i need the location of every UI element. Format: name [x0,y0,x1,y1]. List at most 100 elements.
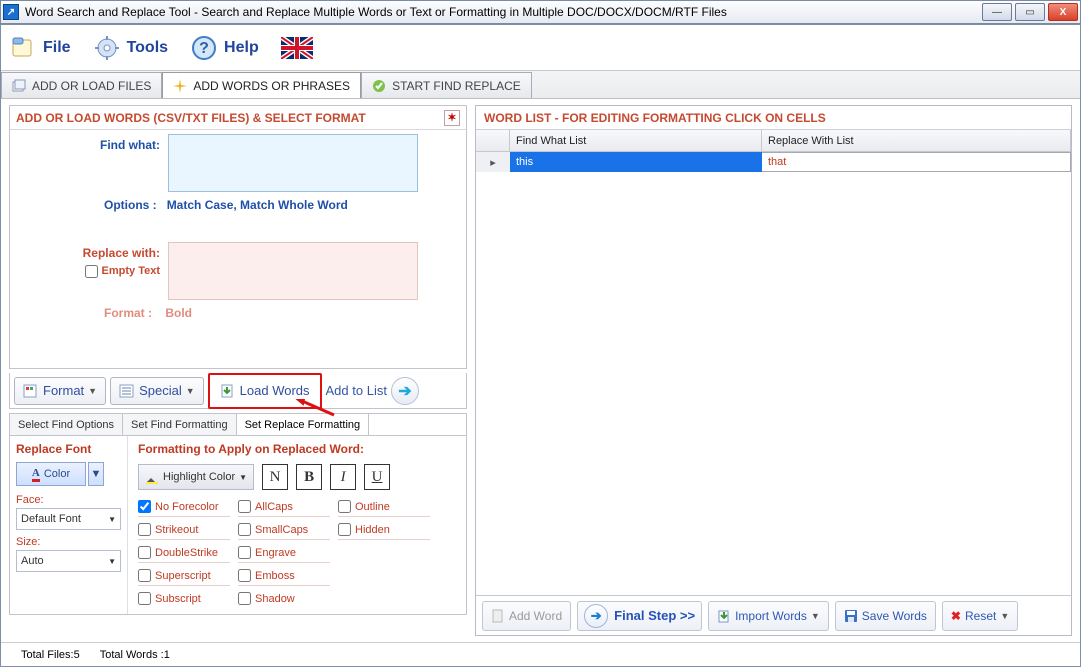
save-words-label: Save Words [862,609,927,623]
replace-font-section: Replace Font A Color ▼ Face: Default Fon… [10,436,128,614]
word-list-toolbar: Add Word ➔ Final Step >> Import Words▼ S… [476,595,1071,635]
format-button-label: Format [43,383,84,398]
help-menu[interactable]: ? Help [190,34,259,62]
tab-select-find-options[interactable]: Select Find Options [10,414,123,435]
add-to-list-arrow-button[interactable]: ➔ [391,377,419,405]
tools-menu[interactable]: Tools [93,34,168,62]
format-icon [23,383,39,399]
main-tabstrip: ADD OR LOAD FILES ADD WORDS OR PHRASES S… [1,71,1080,99]
save-icon [844,609,858,623]
language-flag-uk[interactable] [281,37,313,59]
highlight-color-button[interactable]: Highlight Color ▼ [138,464,254,490]
face-dropdown[interactable]: Default Font▼ [16,508,121,530]
add-word-label: Add Word [509,609,562,623]
tab-add-words-label: ADD WORDS OR PHRASES [193,79,350,93]
subscript-checkbox[interactable] [138,592,151,605]
tab-add-words[interactable]: ADD WORDS OR PHRASES [162,72,361,98]
cell-find[interactable]: this [510,152,762,172]
find-what-input[interactable] [168,134,418,192]
status-bar: Total Files:5 Total Words :1 [1,642,1080,666]
strikeout-checkbox[interactable] [138,523,151,536]
col-replace-header[interactable]: Replace With List [762,130,1071,151]
row-indicator-icon: ▸ [476,152,510,172]
tab-start-replace[interactable]: START FIND REPLACE [361,72,532,98]
engrave-label: Engrave [255,547,296,559]
word-list-panel: WORD LIST - FOR EDITING FORMATTING CLICK… [475,105,1072,636]
tab-add-files[interactable]: ADD OR LOAD FILES [1,72,162,98]
final-step-button[interactable]: ➔ Final Step >> [577,601,702,631]
app-icon: ↗ [3,4,19,20]
replace-with-label: Replace with: [18,246,160,261]
words-toolbar: Format▼ Special▼ Load Words Add to List … [9,373,467,409]
find-what-label: Find what: [18,134,168,152]
underline-style-button[interactable]: U [364,464,390,490]
load-words-button[interactable]: Load Words [212,377,318,405]
list-icon [119,383,135,399]
options-label: Options : [104,198,157,212]
minimize-button[interactable]: ― [982,3,1012,21]
shadow-label: Shadow [255,593,295,605]
import-words-button[interactable]: Import Words▼ [708,601,829,631]
final-step-label: Final Step >> [614,608,695,623]
normal-style-button[interactable]: N [262,464,288,490]
add-load-words-title: ADD OR LOAD WORDS (CSV/TXT FILES) & SELE… [16,111,366,125]
tab-set-replace-formatting[interactable]: Set Replace Formatting [237,414,370,435]
save-words-button[interactable]: Save Words [835,601,936,631]
font-color-dropdown[interactable]: ▼ [88,462,104,486]
gear-icon [93,34,121,62]
delete-icon: ✖ [951,609,961,623]
grid-header: Find What List Replace With List [476,130,1071,152]
files-icon [12,79,26,93]
add-word-button[interactable]: Add Word [482,601,571,631]
hidden-checkbox[interactable] [338,523,351,536]
add-to-list-link[interactable]: Add to List [326,383,387,398]
replace-with-input[interactable] [168,242,418,300]
format-label: Format : [104,306,152,320]
page-icon [491,609,505,623]
help-menu-label: Help [224,39,259,57]
check-icon [372,79,386,93]
bold-style-button[interactable]: B [296,464,322,490]
font-color-button[interactable]: A Color [16,462,86,486]
reset-label: Reset [965,609,996,623]
emboss-checkbox[interactable] [238,569,251,582]
cell-replace[interactable]: that [762,152,1071,172]
tab-start-replace-label: START FIND REPLACE [392,79,521,93]
outline-checkbox[interactable] [338,500,351,513]
reset-button[interactable]: ✖ Reset▼ [942,601,1018,631]
allcaps-checkbox[interactable] [238,500,251,513]
no-forecolor-checkbox[interactable] [138,500,151,513]
load-words-label: Load Words [240,383,310,398]
close-button[interactable]: X [1048,3,1078,21]
special-button[interactable]: Special▼ [110,377,204,405]
formatting-section: Formatting to Apply on Replaced Word: Hi… [128,436,466,614]
import-icon [220,383,236,399]
sparkle-icon [173,79,187,93]
superscript-checkbox[interactable] [138,569,151,582]
maximize-button[interactable]: ▭ [1015,3,1045,21]
empty-text-label: Empty Text [102,264,160,279]
size-dropdown[interactable]: Auto▼ [16,550,121,572]
allcaps-label: AllCaps [255,501,293,513]
tab-set-find-formatting[interactable]: Set Find Formatting [123,414,237,435]
panel-close-icon[interactable]: ✶ [444,110,460,126]
doublestrike-checkbox[interactable] [138,546,151,559]
add-load-words-panel: ADD OR LOAD WORDS (CSV/TXT FILES) & SELE… [9,105,467,369]
face-label: Face: [16,494,121,506]
subscript-label: Subscript [155,593,201,605]
empty-text-checkbox[interactable] [85,265,98,278]
format-value: Bold [165,306,192,320]
shadow-checkbox[interactable] [238,592,251,605]
special-button-label: Special [139,383,182,398]
col-find-header[interactable]: Find What List [510,130,762,151]
italic-style-button[interactable]: I [330,464,356,490]
import-down-icon [717,609,731,623]
status-total-files: Total Files:5 [21,649,80,661]
table-row[interactable]: ▸ this that [476,152,1071,172]
help-icon: ? [190,34,218,62]
engrave-checkbox[interactable] [238,546,251,559]
format-button[interactable]: Format▼ [14,377,106,405]
smallcaps-checkbox[interactable] [238,523,251,536]
tools-menu-label: Tools [127,39,168,57]
file-menu[interactable]: File [9,34,71,62]
